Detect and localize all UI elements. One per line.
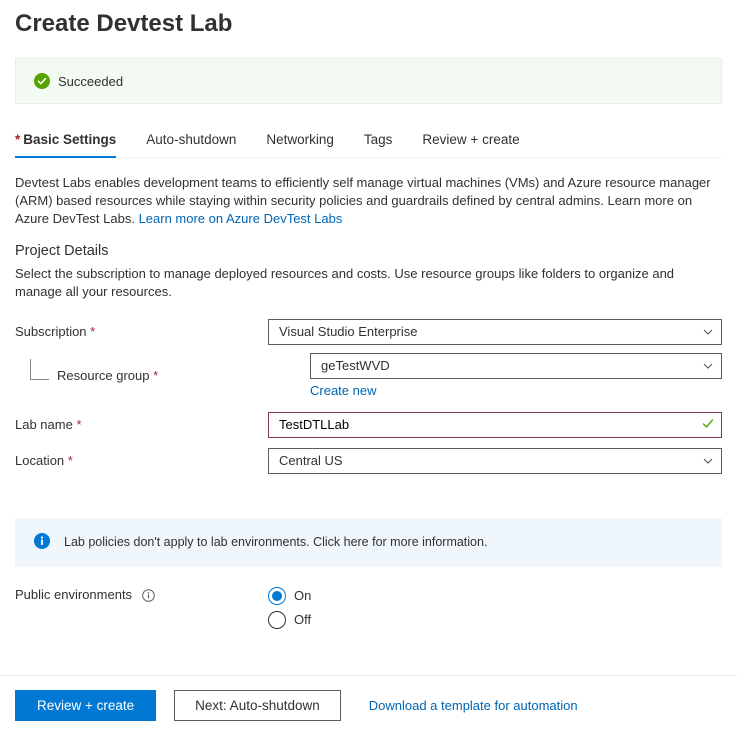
subscription-value: Visual Studio Enterprise bbox=[279, 324, 418, 339]
public-env-off-radio[interactable]: Off bbox=[268, 611, 722, 629]
required-indicator: * bbox=[76, 417, 81, 432]
info-banner-text: Lab policies don't apply to lab environm… bbox=[64, 535, 487, 549]
footer: Review + create Next: Auto-shutdown Down… bbox=[0, 675, 737, 735]
success-icon bbox=[34, 73, 50, 89]
required-indicator: * bbox=[90, 324, 95, 339]
next-auto-shutdown-button[interactable]: Next: Auto-shutdown bbox=[174, 690, 341, 721]
radio-label: On bbox=[294, 588, 311, 603]
radio-icon bbox=[268, 587, 286, 605]
intro-text: Devtest Labs enables development teams t… bbox=[15, 174, 722, 229]
required-indicator: * bbox=[68, 453, 73, 468]
tab-review-create[interactable]: Review + create bbox=[422, 122, 519, 157]
required-indicator: * bbox=[15, 132, 20, 147]
info-banner[interactable]: Lab policies don't apply to lab environm… bbox=[15, 518, 722, 567]
project-details-heading: Project Details bbox=[15, 243, 722, 259]
tab-basic-settings[interactable]: *Basic Settings bbox=[15, 122, 116, 157]
chevron-down-icon bbox=[702, 326, 714, 338]
project-details-desc: Select the subscription to manage deploy… bbox=[15, 265, 722, 301]
resource-group-label: Resource group * bbox=[57, 368, 310, 383]
tab-networking[interactable]: Networking bbox=[266, 122, 334, 157]
success-banner: Succeeded bbox=[15, 58, 722, 104]
chevron-down-icon bbox=[702, 360, 714, 372]
chevron-down-icon bbox=[702, 455, 714, 467]
radio-icon bbox=[268, 611, 286, 629]
tabs: *Basic Settings Auto-shutdown Networking… bbox=[15, 122, 722, 158]
public-env-on-radio[interactable]: On bbox=[268, 587, 722, 605]
resource-group-select[interactable]: geTestWVD bbox=[310, 353, 722, 379]
location-value: Central US bbox=[279, 453, 343, 468]
info-icon bbox=[34, 533, 50, 552]
tab-tags[interactable]: Tags bbox=[364, 122, 393, 157]
public-env-label: Public environments bbox=[15, 587, 268, 602]
learn-more-link[interactable]: Learn more on Azure DevTest Labs bbox=[139, 211, 343, 226]
resource-group-value: geTestWVD bbox=[321, 358, 390, 373]
tab-auto-shutdown[interactable]: Auto-shutdown bbox=[146, 122, 236, 157]
tab-label: Basic Settings bbox=[23, 132, 116, 147]
success-text: Succeeded bbox=[58, 74, 123, 89]
info-icon[interactable] bbox=[142, 589, 155, 602]
lab-name-input[interactable] bbox=[268, 412, 722, 438]
page-title: Create Devtest Lab bbox=[0, 0, 737, 58]
content: Devtest Labs enables development teams t… bbox=[0, 158, 737, 635]
location-label: Location * bbox=[15, 453, 268, 468]
location-select[interactable]: Central US bbox=[268, 448, 722, 474]
subscription-label: Subscription * bbox=[15, 324, 268, 339]
subscription-select[interactable]: Visual Studio Enterprise bbox=[268, 319, 722, 345]
checkmark-icon bbox=[701, 416, 715, 433]
download-template-link[interactable]: Download a template for automation bbox=[369, 698, 578, 713]
radio-label: Off bbox=[294, 612, 311, 627]
create-new-rg-link[interactable]: Create new bbox=[310, 383, 376, 398]
required-indicator: * bbox=[153, 368, 158, 383]
review-create-button[interactable]: Review + create bbox=[15, 690, 156, 721]
lab-name-label: Lab name * bbox=[15, 417, 268, 432]
